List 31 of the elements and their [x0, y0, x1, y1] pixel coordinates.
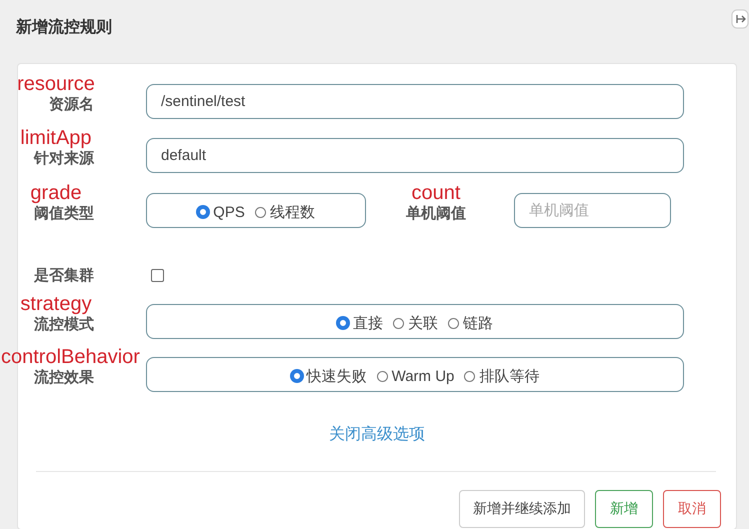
cancel-button[interactable]: 取消 — [663, 490, 721, 528]
field-label: 流控效果 — [33, 368, 95, 388]
annotation-label: resource — [17, 73, 95, 95]
annotation-label: count — [412, 182, 460, 204]
annotation-label: limitApp — [20, 127, 92, 149]
advanced-options-link[interactable]: 关闭高级选项 — [329, 424, 425, 445]
radio-option[interactable]: 直接 — [337, 314, 383, 332]
field-label: 是否集群 — [33, 266, 95, 286]
radio-option[interactable]: 线程数 — [254, 202, 315, 222]
threshold-field[interactable]: 单机阈值 — [514, 193, 671, 228]
field-label: 流控模式 — [33, 315, 95, 335]
text-field[interactable]: default — [146, 138, 684, 173]
radio-option[interactable]: 关联 — [393, 314, 438, 332]
continue-button[interactable]: 新增并继续添加 — [459, 490, 585, 528]
exit-icon[interactable] — [731, 8, 749, 30]
field-label: 资源名 — [48, 95, 95, 115]
radio-option[interactable]: QPS — [197, 204, 245, 220]
dialog-title: 新增流控规则 — [16, 17, 112, 38]
annotation-label: strategy — [20, 293, 92, 315]
annotation-label: controlBehavior — [1, 346, 140, 368]
checkbox[interactable] — [151, 269, 164, 282]
field-label: 单机阈值 — [406, 204, 466, 224]
radio-option[interactable]: 快速失败 — [290, 366, 367, 386]
radio-option[interactable]: Warm Up — [376, 368, 454, 384]
add-button[interactable]: 新增 — [595, 490, 653, 528]
text-field[interactable]: /sentinel/test — [146, 84, 684, 119]
radio-option[interactable]: 排队等待 — [464, 366, 540, 386]
annotation-label: grade — [30, 182, 82, 204]
field-label: 针对来源 — [32, 149, 96, 169]
field-label: 阈值类型 — [33, 204, 95, 224]
radio-option[interactable]: 链路 — [448, 314, 493, 332]
